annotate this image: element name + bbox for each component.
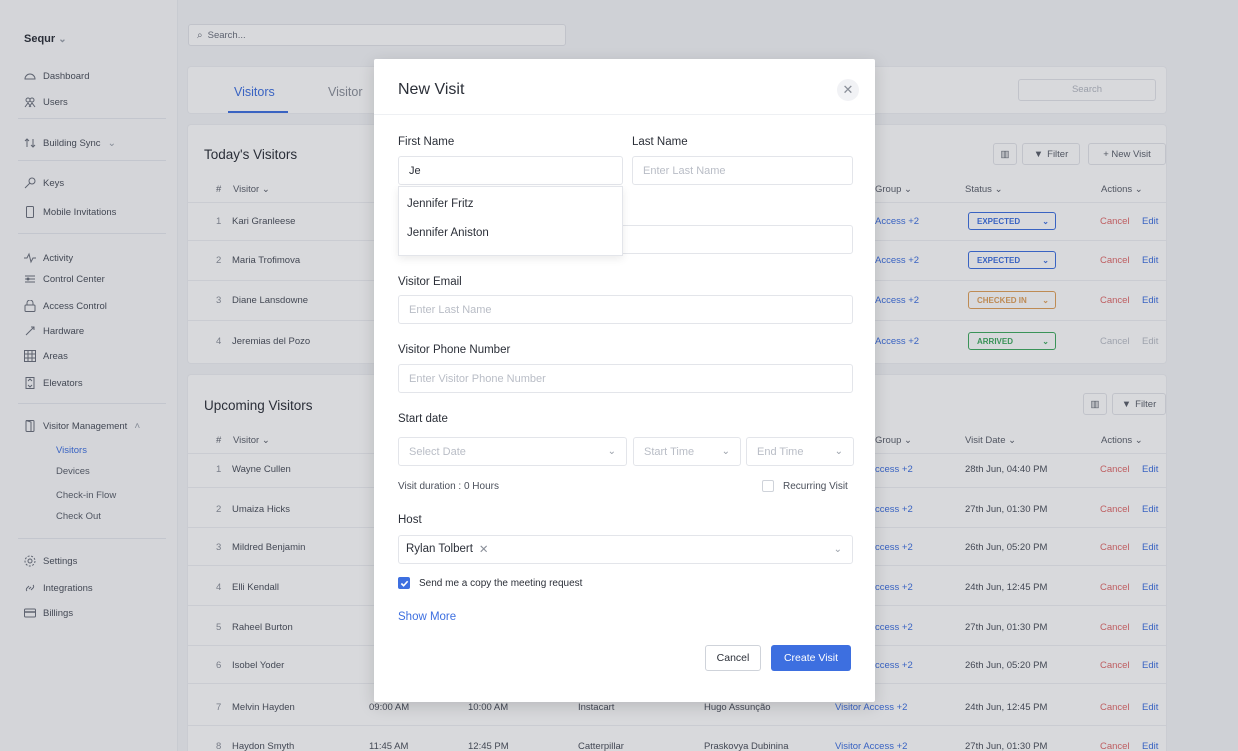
app-window: Sequr ⌄ Dashboard Users Building Sync ⌄ K…: [0, 0, 1238, 751]
host-chip-label: Rylan Tolbert: [406, 543, 473, 555]
date-placeholder: Select Date: [409, 445, 466, 458]
check-icon: [400, 580, 408, 587]
close-icon: ✕: [842, 82, 854, 97]
chevron-down-icon: ⌄: [607, 446, 616, 457]
recurring-checkbox[interactable]: [762, 480, 774, 492]
new-visit-modal: New Visit ✕ First Name Je Last Name Ente…: [374, 59, 875, 702]
send-copy-label: Send me a copy the meeting request: [419, 578, 583, 589]
end-time-placeholder: End Time: [757, 445, 804, 458]
chevron-down-icon: ⌄: [721, 446, 730, 457]
phone-label: Visitor Phone Number: [398, 344, 511, 356]
last-name-field[interactable]: Enter Last Name: [632, 156, 853, 185]
host-label: Host: [398, 514, 422, 526]
send-copy-checkbox[interactable]: [398, 577, 410, 589]
phone-field[interactable]: Enter Visitor Phone Number: [398, 364, 853, 393]
start-time-select[interactable]: Start Time ⌄: [633, 437, 741, 466]
first-name-label: First Name: [398, 136, 455, 148]
autocomplete-dropdown: Jennifer Fritz Jennifer Aniston: [398, 186, 623, 256]
email-field[interactable]: Enter Last Name: [398, 295, 853, 324]
host-chip: Rylan Tolbert ✕: [406, 542, 489, 556]
start-time-placeholder: Start Time: [644, 445, 695, 458]
remove-icon[interactable]: ✕: [479, 542, 489, 556]
modal-title: New Visit: [398, 81, 465, 98]
start-date-label: Start date: [398, 413, 448, 425]
chevron-down-icon: ⌄: [833, 544, 842, 555]
end-time-select[interactable]: End Time ⌄: [746, 437, 854, 466]
date-select[interactable]: Select Date ⌄: [398, 437, 627, 466]
modal-header: New Visit ✕: [374, 59, 875, 115]
suggestion-item[interactable]: Jennifer Fritz: [407, 198, 473, 210]
last-name-label: Last Name: [632, 136, 688, 148]
show-more-link[interactable]: Show More: [398, 611, 456, 623]
first-name-field[interactable]: Je: [398, 156, 623, 185]
suggestion-item[interactable]: Jennifer Aniston: [407, 227, 489, 239]
visit-duration: Visit duration : 0 Hours: [398, 481, 499, 492]
recurring-label: Recurring Visit: [783, 481, 848, 492]
close-button[interactable]: ✕: [837, 79, 859, 101]
cancel-button[interactable]: Cancel: [705, 645, 761, 671]
chevron-down-icon: ⌄: [834, 446, 843, 457]
create-visit-button[interactable]: Create Visit: [771, 645, 851, 671]
email-label: Visitor Email: [398, 276, 462, 288]
